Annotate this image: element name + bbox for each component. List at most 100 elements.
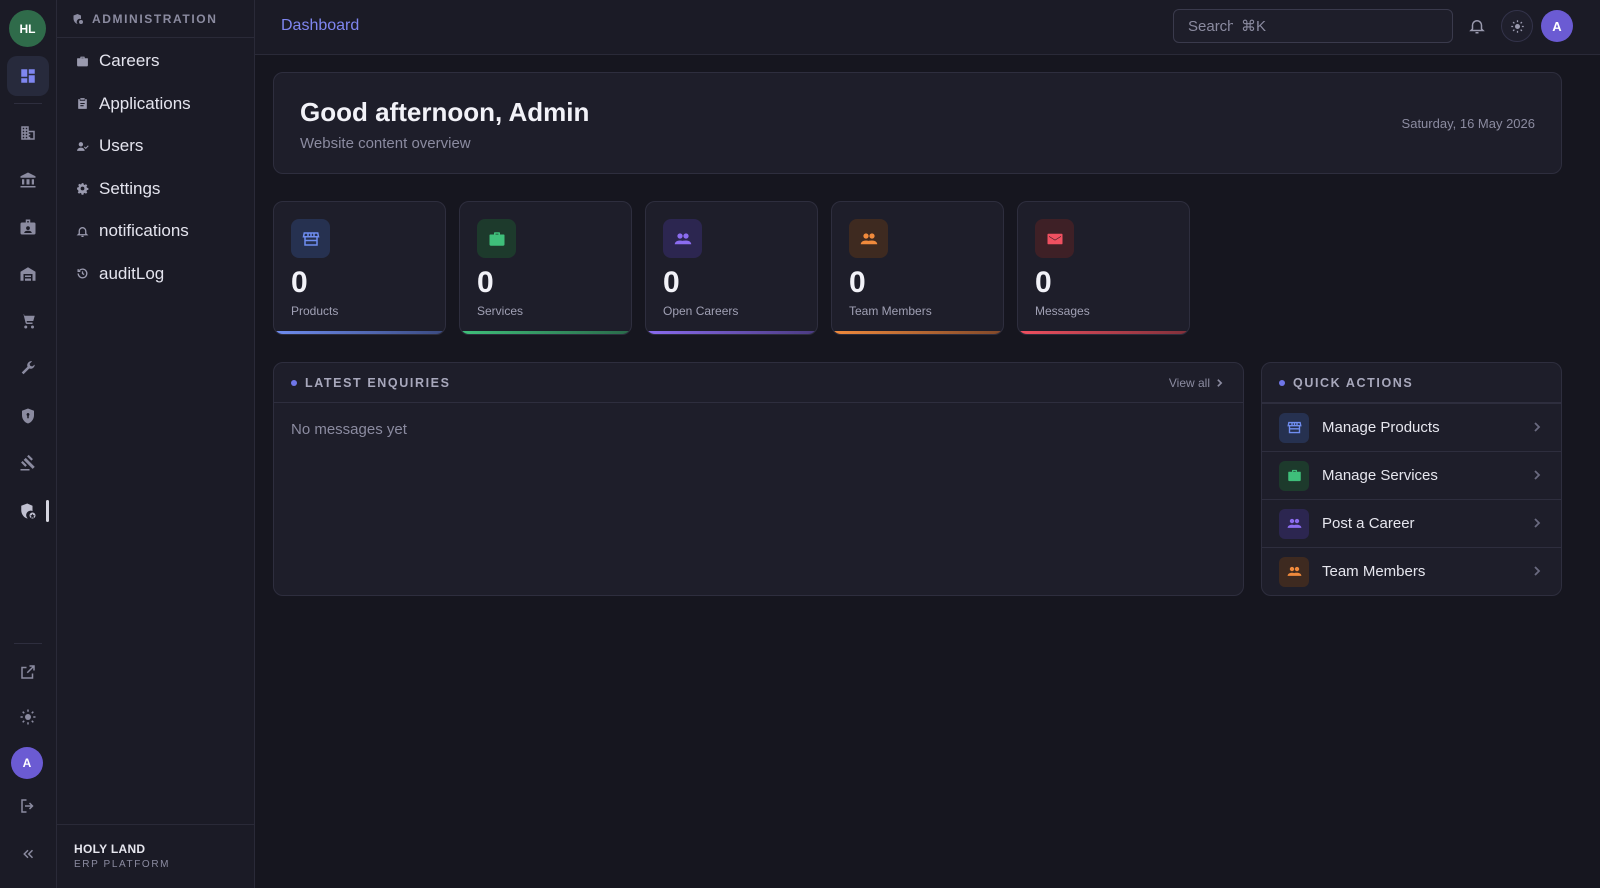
panel-header: LATEST ENQUIRIES View all [274,363,1243,403]
rail-theme-toggle[interactable] [7,697,49,737]
mail-icon [1047,233,1062,244]
search-input[interactable] [1188,17,1233,35]
quick-action-label: Team Members [1322,563,1426,580]
stat-card-services[interactable]: 0 Services [459,201,632,335]
app-logo[interactable]: HL [9,10,46,47]
briefcase-icon [489,231,504,246]
warehouse-icon [20,267,36,281]
stat-accent-bar [1018,331,1189,334]
quick-action-team-members[interactable]: Team Members [1262,547,1561,595]
user-avatar[interactable]: A [1541,10,1573,42]
badge-icon [20,219,36,235]
sidebar-item-label: Settings [99,178,161,198]
quick-action-label: Manage Services [1322,467,1438,484]
sidebar-brand: HOLY LAND ERP PLATFORM [57,824,254,888]
stat-icon-box [849,219,888,258]
store-icon [302,231,319,246]
sidebar-item-settings[interactable]: Settings [57,168,254,211]
rail-legal-button[interactable] [7,443,49,483]
icon-rail: HL A [0,0,57,888]
rail-open-website-button[interactable] [7,652,49,692]
sidebar-item-label: Careers [99,51,160,71]
stat-value: 0 [477,266,494,299]
gavel-icon [20,454,35,471]
quick-action-label: Manage Products [1322,419,1440,436]
stat-accent-bar [646,331,817,334]
chevron-right-icon [1534,566,1541,576]
rail-user-avatar[interactable]: A [11,747,43,779]
quick-action-icon-box [1279,556,1309,587]
sidebar-item-label: notifications [99,221,189,241]
admin-shield-icon [73,13,83,24]
view-all-link[interactable]: View all [1169,376,1223,390]
sun-icon [1510,19,1524,33]
stat-label: Messages [1035,304,1090,318]
sidebar-item-careers[interactable]: Careers [57,40,254,83]
rail-hr-button[interactable] [7,207,49,247]
people-icon [1287,518,1301,528]
panel-header: QUICK ACTIONS [1262,363,1561,403]
rail-company-button[interactable] [7,113,49,153]
breadcrumb[interactable]: Dashboard [281,17,359,35]
stat-card-products[interactable]: 0 Products [273,201,446,335]
chevron-right-icon [1534,422,1541,432]
panel-title: LATEST ENQUIRIES [305,375,451,390]
history-icon [77,268,88,279]
quick-action-icon-box [1279,508,1309,539]
rail-collapse-button[interactable] [7,834,49,874]
rail-admin-button[interactable] [7,491,49,531]
user-icon [77,141,89,151]
theme-toggle-button[interactable] [1501,10,1533,42]
chevron-right-icon [1217,379,1223,387]
sidebar-item-applications[interactable]: Applications [57,83,254,126]
greeting-subtitle: Website content overview [300,135,471,152]
sidebar-item-notifications[interactable]: notifications [57,210,254,253]
quick-action-icon-box [1279,460,1309,491]
rail-warehouse-button[interactable] [7,254,49,294]
double-chevron-left-icon [23,849,34,859]
chevron-right-icon [1534,518,1541,528]
admin-sidebar: ADMINISTRATION Careers Applications User… [57,0,255,888]
rail-tools-button[interactable] [7,348,49,388]
store-icon [1286,421,1302,434]
stat-label: Products [291,304,339,318]
cart-icon [21,314,35,329]
rail-security-button[interactable] [7,396,49,436]
quick-action-manage-products[interactable]: Manage Products [1262,403,1561,451]
people-icon [1287,566,1301,576]
quick-action-post-career[interactable]: Post a Career [1262,499,1561,547]
stat-card-team-members[interactable]: 0 Team Members [831,201,1004,335]
view-all-label: View all [1168,376,1210,390]
sidebar-item-label: Users [99,136,144,156]
sidebar-item-label: Applications [99,93,191,113]
active-indicator [46,500,49,522]
briefcase-icon [77,56,88,67]
clipboard-icon [78,98,87,110]
gear-icon [77,183,89,196]
panel-title: QUICK ACTIONS [1293,375,1414,390]
briefcase-icon [1287,469,1301,482]
stat-value: 0 [849,266,866,299]
stat-value: 0 [291,266,308,299]
stat-icon-box [291,219,330,258]
bell-icon [76,226,89,237]
rail-logout-button[interactable] [7,786,49,826]
people-icon [674,232,691,244]
sidebar-section-header: ADMINISTRATION [57,0,254,38]
current-date: Saturday, 16 May 2026 [1401,116,1535,131]
wrench-icon [21,361,35,375]
rail-bank-button[interactable] [7,160,49,200]
stat-card-messages[interactable]: 0 Messages [1017,201,1190,335]
rail-shop-button[interactable] [7,301,49,341]
building-icon [21,126,35,140]
sidebar-item-users[interactable]: Users [57,125,254,168]
quick-action-manage-services[interactable]: Manage Services [1262,451,1561,499]
rail-dashboard-button[interactable] [7,56,49,96]
stat-card-open-careers[interactable]: 0 Open Careers [645,201,818,335]
stat-value: 0 [663,266,680,299]
notifications-button[interactable] [1461,10,1493,42]
stat-icon-box [1035,219,1074,258]
search-box[interactable]: ⌘K [1173,9,1453,43]
sidebar-item-auditlog[interactable]: auditLog [57,253,254,296]
brand-name: HOLY LAND [74,842,146,856]
